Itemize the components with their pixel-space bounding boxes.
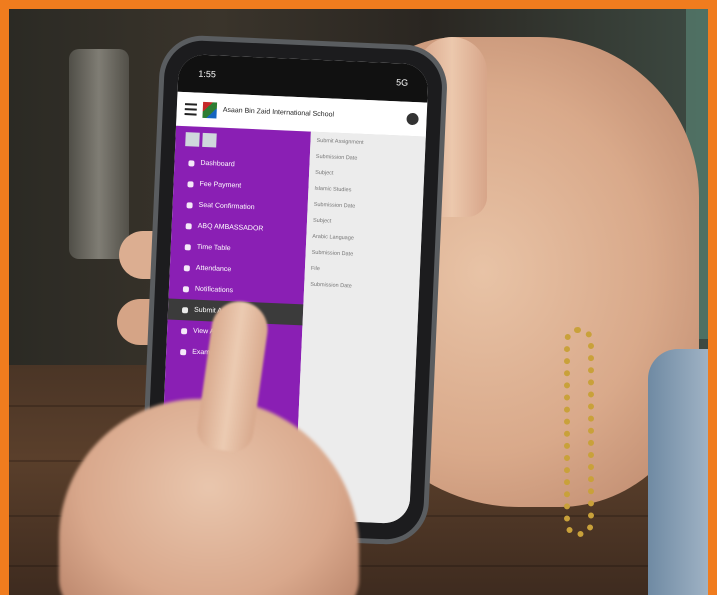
home-icon	[188, 159, 195, 167]
panel-line: Submission Date	[313, 201, 356, 210]
panel-line: Arabic Language	[312, 233, 355, 242]
sleeve	[648, 349, 708, 595]
menu-item-label: Dashboard	[200, 159, 235, 169]
star-icon	[185, 222, 192, 229]
upload-icon	[181, 306, 189, 313]
school-name: Asaan Bin Zaid International School	[222, 106, 335, 119]
panel-header: Submit Assignment	[316, 137, 364, 146]
menu-item-label: ABQ AMBASSADOR	[197, 222, 264, 233]
panel-line: Submission Date	[310, 281, 352, 290]
card-icon	[187, 180, 194, 188]
menu-item-label: Time Table	[196, 243, 231, 253]
panel-line: Subject	[315, 169, 334, 177]
bell-icon	[182, 285, 190, 292]
user-icon[interactable]	[406, 112, 419, 126]
door-handle	[69, 49, 129, 259]
panel-line: Submission Date	[315, 153, 358, 162]
menu-item-label: Notifications	[194, 285, 234, 295]
avatars	[185, 132, 217, 148]
menu-item-label: Fee Payment	[199, 180, 242, 190]
avatar[interactable]	[185, 132, 200, 147]
doc-icon	[180, 348, 187, 355]
panel-lines: Submission Date Subject Islamic Studies Sub…	[310, 154, 419, 292]
menu-item-label: Seat Confirmation	[198, 201, 255, 212]
photo: 1:55 5G Asaan Bin Zaid International Sch…	[9, 9, 708, 595]
school-logo	[202, 101, 218, 119]
clock-icon	[184, 243, 191, 250]
menu-icon[interactable]	[184, 103, 198, 116]
calendar-icon	[183, 264, 190, 271]
menu-item-label: Attendance	[195, 264, 232, 274]
panel-line: Islamic Studies	[314, 185, 352, 194]
panel-line: File	[310, 265, 320, 273]
status-signal: 5G	[395, 77, 409, 88]
panel-line: Submission Date	[311, 249, 354, 258]
eye-icon	[180, 327, 188, 334]
status-time: 1:55	[198, 68, 217, 80]
panel-line: Subject	[312, 217, 332, 225]
gold-bracelet	[564, 327, 594, 537]
check-icon	[186, 201, 193, 208]
avatar[interactable]	[202, 132, 217, 148]
